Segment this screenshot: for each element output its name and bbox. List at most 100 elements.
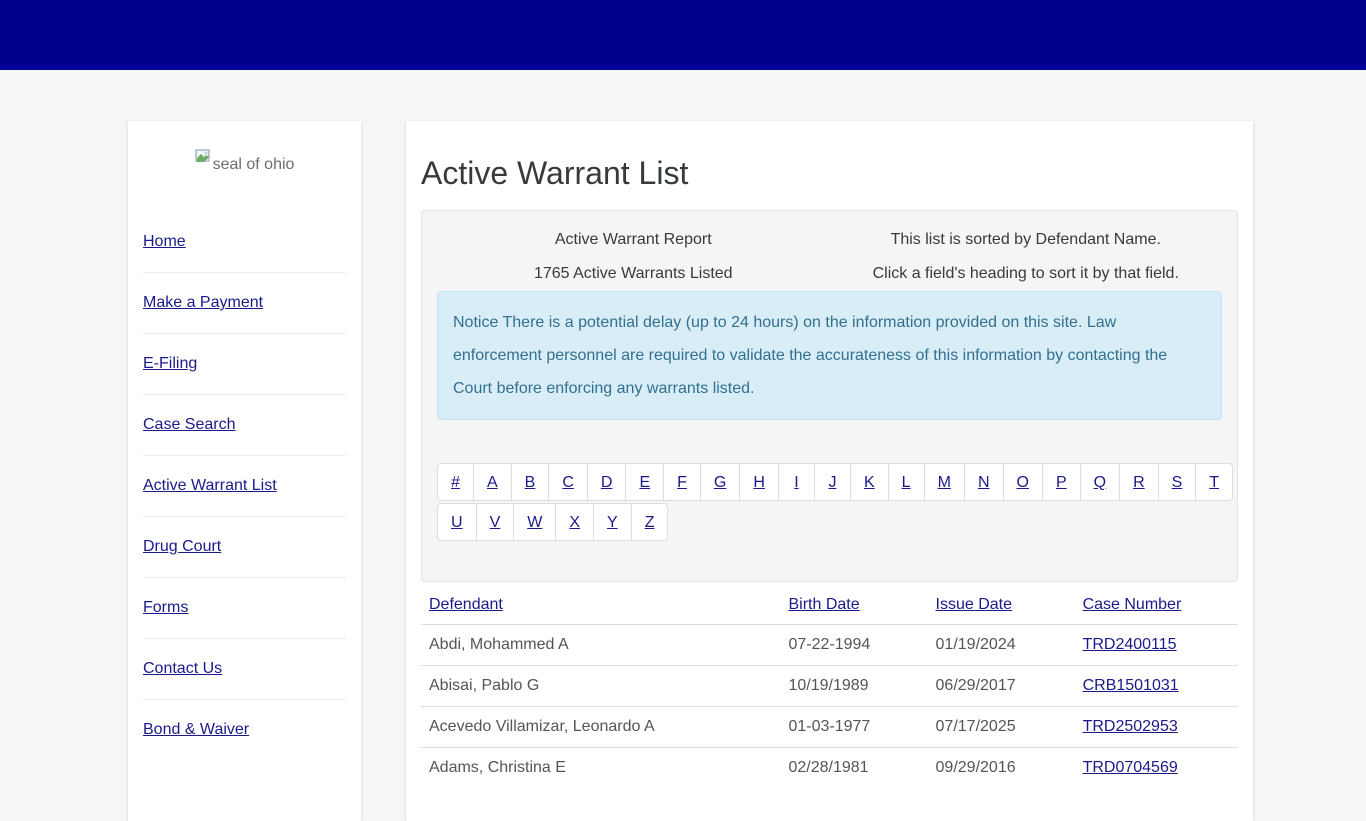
alphabet-link-x[interactable]: X	[555, 503, 594, 541]
sort-link-case-number[interactable]: Case Number	[1083, 596, 1182, 613]
broken-image-icon	[195, 149, 212, 168]
case-number-link[interactable]: TRD2400115	[1083, 636, 1177, 653]
alphabet-link-z[interactable]: Z	[631, 503, 669, 541]
alphabet-link-n[interactable]: N	[964, 463, 1004, 501]
alphabet-link-h[interactable]: H	[739, 463, 779, 501]
alphabet-item: S	[1158, 463, 1197, 501]
alphabet-link-r[interactable]: R	[1119, 463, 1159, 501]
summary-left-column: Active Warrant Report 1765 Active Warran…	[437, 223, 830, 291]
sidebar-link-forms[interactable]: Forms	[143, 599, 188, 616]
case-number-link[interactable]: TRD2502953	[1083, 718, 1178, 735]
warrant-count: 1765 Active Warrants Listed	[437, 257, 830, 291]
sidebar-link-make-a-payment[interactable]: Make a Payment	[143, 294, 263, 311]
table-row: Abdi, Mohammed A07-22-199401/19/2024 TRD2…	[421, 625, 1238, 666]
alphabet-item: L	[888, 463, 925, 501]
alphabet-item: V	[476, 503, 515, 541]
birth-date-cell: 10/19/1989	[780, 666, 927, 707]
column-header-cell: Defendant	[421, 586, 780, 625]
issue-date-cell: 06/29/2017	[928, 666, 1075, 707]
main-content: Active Warrant List Active Warrant Repor…	[406, 121, 1253, 821]
birth-date-cell: 01-03-1977	[780, 707, 927, 748]
alphabet-row-1: #ABCDEFGHIJKLMNOPQRST	[437, 463, 1222, 501]
alphabet-link-e[interactable]: E	[625, 463, 664, 501]
alphabet-link-j[interactable]: J	[814, 463, 851, 501]
alphabet-item: Z	[631, 503, 669, 541]
sidebar-item: Make a Payment	[143, 272, 346, 333]
alphabet-link-y[interactable]: Y	[593, 503, 632, 541]
alphabet-link-b[interactable]: B	[511, 463, 550, 501]
warrant-table: Defendant Birth Date Issue Date Case Number…	[421, 586, 1238, 788]
sidebar-link-bond-waiver[interactable]: Bond & Waiver	[143, 721, 249, 738]
summary-right-column: This list is sorted by Defendant Name. C…	[830, 223, 1223, 291]
alphabet-item: A	[473, 463, 512, 501]
sidebar-nav: Home Make a Payment E-Filing Case Search Act…	[143, 212, 346, 760]
sidebar-link-active-warrant-list[interactable]: Active Warrant List	[143, 477, 277, 494]
issue-date-cell: 07/17/2025	[928, 707, 1075, 748]
column-header-cell: Case Number	[1075, 586, 1238, 625]
sidebar-link-home[interactable]: Home	[143, 233, 186, 250]
top-banner	[0, 0, 1366, 70]
alphabet-link-a[interactable]: A	[473, 463, 512, 501]
defendant-cell: Abdi, Mohammed A	[421, 625, 780, 666]
summary-columns: Active Warrant Report 1765 Active Warran…	[437, 223, 1222, 291]
alphabet-link-g[interactable]: G	[700, 463, 740, 501]
alphabet-item: Y	[593, 503, 632, 541]
sidebar-link-case-search[interactable]: Case Search	[143, 416, 236, 433]
alphabet-link-i[interactable]: I	[778, 463, 815, 501]
sort-link-birth-date[interactable]: Birth Date	[788, 596, 859, 613]
alphabet-link-d[interactable]: D	[587, 463, 627, 501]
alphabet-item: T	[1195, 463, 1233, 501]
sidebar-item: E-Filing	[143, 333, 346, 394]
sidebar-item: Contact Us	[143, 638, 346, 699]
sort-link-defendant[interactable]: Defendant	[429, 596, 503, 613]
page-title: Active Warrant List	[421, 155, 1238, 192]
notice-alert: Notice There is a potential delay (up to…	[437, 291, 1222, 420]
alphabet-item: #	[437, 463, 474, 501]
alphabet-link-v[interactable]: V	[476, 503, 515, 541]
alphabet-link-s[interactable]: S	[1158, 463, 1197, 501]
warrant-table-header-row: Defendant Birth Date Issue Date Case Number	[421, 586, 1238, 625]
sidebar-link-e-filing[interactable]: E-Filing	[143, 355, 197, 372]
alphabet-link-o[interactable]: O	[1003, 463, 1043, 501]
table-row: Acevedo Villamizar, Leonardo A01-03-1977…	[421, 707, 1238, 748]
alphabet-link-t[interactable]: T	[1195, 463, 1233, 501]
alphabet-item: E	[625, 463, 664, 501]
sidebar-link-contact-us[interactable]: Contact Us	[143, 660, 222, 677]
alphabet-link-w[interactable]: W	[513, 503, 556, 541]
alphabet-link-c[interactable]: C	[548, 463, 588, 501]
alphabet-pagination: #ABCDEFGHIJKLMNOPQRST UVWXYZ	[437, 463, 1222, 541]
case-number-cell: CRB1501031	[1075, 666, 1238, 707]
alphabet-item: P	[1042, 463, 1081, 501]
sidebar-link-drug-court[interactable]: Drug Court	[143, 538, 221, 555]
alphabet-item: O	[1003, 463, 1043, 501]
alphabet-item: W	[513, 503, 556, 541]
alphabet-link-u[interactable]: U	[437, 503, 477, 541]
column-header-cell: Birth Date	[780, 586, 927, 625]
alphabet-link-q[interactable]: Q	[1080, 463, 1120, 501]
sidebar-item: Home	[143, 212, 346, 272]
sidebar-item: Active Warrant List	[143, 455, 346, 516]
sort-info-line2: Click a field's heading to sort it by th…	[830, 257, 1223, 291]
alphabet-link-k[interactable]: K	[850, 463, 889, 501]
sidebar-item: Drug Court	[143, 516, 346, 577]
alphabet-link-p[interactable]: P	[1042, 463, 1081, 501]
alphabet-item: K	[850, 463, 889, 501]
alphabet-link-m[interactable]: M	[924, 463, 965, 501]
defendant-cell: Abisai, Pablo G	[421, 666, 780, 707]
alphabet-item: N	[964, 463, 1004, 501]
sidebar-item: Bond & Waiver	[143, 699, 346, 760]
alphabet-link-hash[interactable]: #	[437, 463, 474, 501]
defendant-cell: Acevedo Villamizar, Leonardo A	[421, 707, 780, 748]
alphabet-row-2: UVWXYZ	[437, 503, 1222, 541]
alphabet-item: F	[663, 463, 701, 501]
report-title: Active Warrant Report	[437, 223, 830, 257]
alphabet-item: G	[700, 463, 740, 501]
birth-date-cell: 07-22-1994	[780, 625, 927, 666]
alphabet-link-l[interactable]: L	[888, 463, 925, 501]
alphabet-item: J	[814, 463, 851, 501]
sort-link-issue-date[interactable]: Issue Date	[936, 596, 1012, 613]
alphabet-link-f[interactable]: F	[663, 463, 701, 501]
issue-date-cell: 01/19/2024	[928, 625, 1075, 666]
case-number-link[interactable]: CRB1501031	[1083, 677, 1179, 694]
alphabet-item: U	[437, 503, 477, 541]
